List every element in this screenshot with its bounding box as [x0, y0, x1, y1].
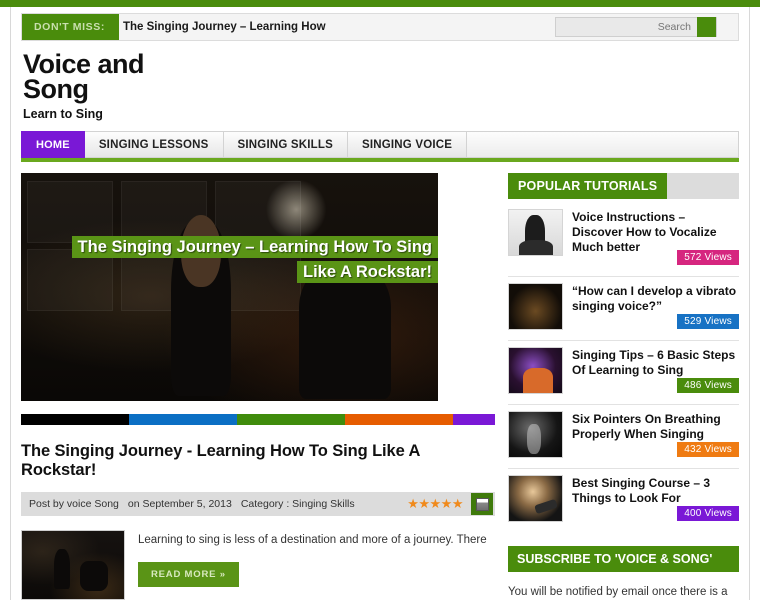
popular-tutorials-label: POPULAR TUTORIALS — [508, 173, 668, 199]
dont-miss-arrow-icon — [104, 14, 113, 40]
color-segment-green — [237, 414, 345, 425]
main-navigation: HOME SINGING LESSONS SINGING SKILLS SING… — [21, 131, 739, 162]
subscribe-heading: SUBSCRIBE TO 'VOICE & SONG' — [508, 546, 739, 572]
post-thumbnail-photo — [22, 531, 124, 599]
featured-image[interactable]: The Singing Journey – Learning How To Si… — [21, 173, 438, 401]
main-content-column: The Singing Journey – Learning How To Si… — [21, 173, 495, 600]
tutorial-title-link[interactable]: “How can I develop a vibrato singing voi… — [572, 283, 739, 314]
views-badge: 529 Views — [677, 310, 739, 329]
post-thumbnail[interactable] — [21, 530, 125, 600]
thumb-figure — [54, 549, 70, 589]
nav-item-singing-voice[interactable]: SINGING VOICE — [347, 131, 468, 158]
thumb-figure — [80, 561, 108, 591]
list-item[interactable]: Singing Tips – 6 Basic Steps Of Learning… — [508, 341, 739, 405]
post-title-link[interactable]: The Singing Journey - Learning How To Si… — [21, 442, 495, 480]
search-input[interactable] — [556, 18, 697, 36]
list-item[interactable]: “How can I develop a vibrato singing voi… — [508, 277, 739, 341]
site-identity: Voice and Song Learn to Sing — [23, 51, 193, 122]
dont-miss-headline-link[interactable]: The Singing Journey – Learning How — [123, 14, 326, 40]
views-count: 572 Views — [684, 252, 732, 263]
post-format-icon — [471, 493, 493, 515]
subscribe-description: You will be notified by email once there… — [508, 586, 728, 598]
popular-tutorials-heading: POPULAR TUTORIALS — [508, 173, 739, 199]
guitar-shape — [523, 368, 553, 393]
stage-amp — [27, 181, 113, 243]
views-count: 400 Views — [684, 508, 732, 519]
views-count: 529 Views — [684, 316, 732, 327]
post-category[interactable]: Category : Singing Skills — [241, 498, 355, 510]
search-button[interactable] — [697, 17, 716, 37]
list-item[interactable]: Six Pointers On Breathing Properly When … — [508, 405, 739, 469]
site-tagline: Learn to Sing — [23, 107, 103, 121]
views-badge: 486 Views — [677, 374, 739, 393]
nav-item-singing-skills[interactable]: SINGING SKILLS — [223, 131, 348, 158]
tutorial-thumbnail[interactable] — [508, 347, 563, 394]
list-item[interactable]: Voice Instructions – Discover How to Voc… — [508, 203, 739, 277]
post-meta-bar: Post by voice Song on September 5, 2013 … — [21, 492, 495, 516]
color-segment-black — [21, 414, 129, 425]
featured-caption-text: The Singing Journey – Learning How To Si… — [71, 236, 438, 283]
tutorial-thumbnail[interactable] — [508, 411, 563, 458]
featured-image-caption: The Singing Journey – Learning How To Si… — [51, 235, 438, 285]
popular-tutorials-list: Voice Instructions – Discover How to Voc… — [508, 203, 739, 532]
tutorial-thumbnail[interactable] — [508, 475, 563, 522]
read-more-button[interactable]: READ MORE » — [138, 562, 239, 587]
color-divider-bar — [21, 414, 495, 425]
post-excerpt-text: Learning to sing is less of a destinatio… — [138, 534, 487, 546]
nav-item-home[interactable]: HOME — [21, 131, 85, 158]
site-title-line2: Song — [23, 74, 89, 104]
sidebar: POPULAR TUTORIALS Voice Instructions – D… — [508, 173, 739, 600]
post-rating-stars[interactable]: ★★★★★ — [407, 496, 463, 512]
list-item[interactable]: Best Singing Course – 3 Things to Look F… — [508, 469, 739, 532]
views-badge: 432 Views — [677, 438, 739, 457]
tutorial-title-link[interactable]: Best Singing Course – 3 Things to Look F… — [572, 475, 739, 506]
singer-shape — [527, 424, 541, 454]
tutorial-title-link[interactable]: Voice Instructions – Discover How to Voc… — [572, 209, 739, 255]
color-segment-blue — [129, 414, 237, 425]
views-badge: 572 Views — [677, 246, 739, 265]
top-green-bar — [0, 0, 760, 7]
tutorial-thumbnail[interactable] — [508, 283, 563, 330]
stage-amp — [215, 181, 301, 243]
tutorial-title-link[interactable]: Singing Tips – 6 Basic Steps Of Learning… — [572, 347, 739, 378]
engraving-skirt — [519, 240, 553, 255]
post-excerpt-row: Learning to sing is less of a destinatio… — [21, 530, 495, 600]
views-count: 432 Views — [684, 444, 732, 455]
views-badge: 400 Views — [677, 502, 739, 521]
post-date: on September 5, 2013 — [127, 498, 232, 510]
tutorial-thumbnail[interactable] — [508, 209, 563, 256]
microphone-shape — [534, 498, 558, 515]
guitarist-silhouette — [299, 269, 391, 399]
color-segment-purple — [453, 414, 495, 425]
dont-miss-bar: DON'T MISS: The Singing Journey – Learni… — [21, 13, 739, 41]
page-root: DON'T MISS: The Singing Journey – Learni… — [0, 0, 760, 600]
tutorial-title-link[interactable]: Six Pointers On Breathing Properly When … — [572, 411, 739, 442]
window-glyph — [475, 497, 489, 511]
site-title[interactable]: Voice and Song — [23, 51, 193, 104]
views-count: 486 Views — [684, 380, 732, 391]
color-segment-orange — [345, 414, 453, 425]
post-excerpt-body: Learning to sing is less of a destinatio… — [138, 530, 495, 600]
nav-item-singing-lessons[interactable]: SINGING LESSONS — [84, 131, 224, 158]
post-author: Post by voice Song — [29, 498, 119, 510]
nav-filler — [467, 131, 739, 158]
search-box[interactable] — [555, 17, 717, 37]
